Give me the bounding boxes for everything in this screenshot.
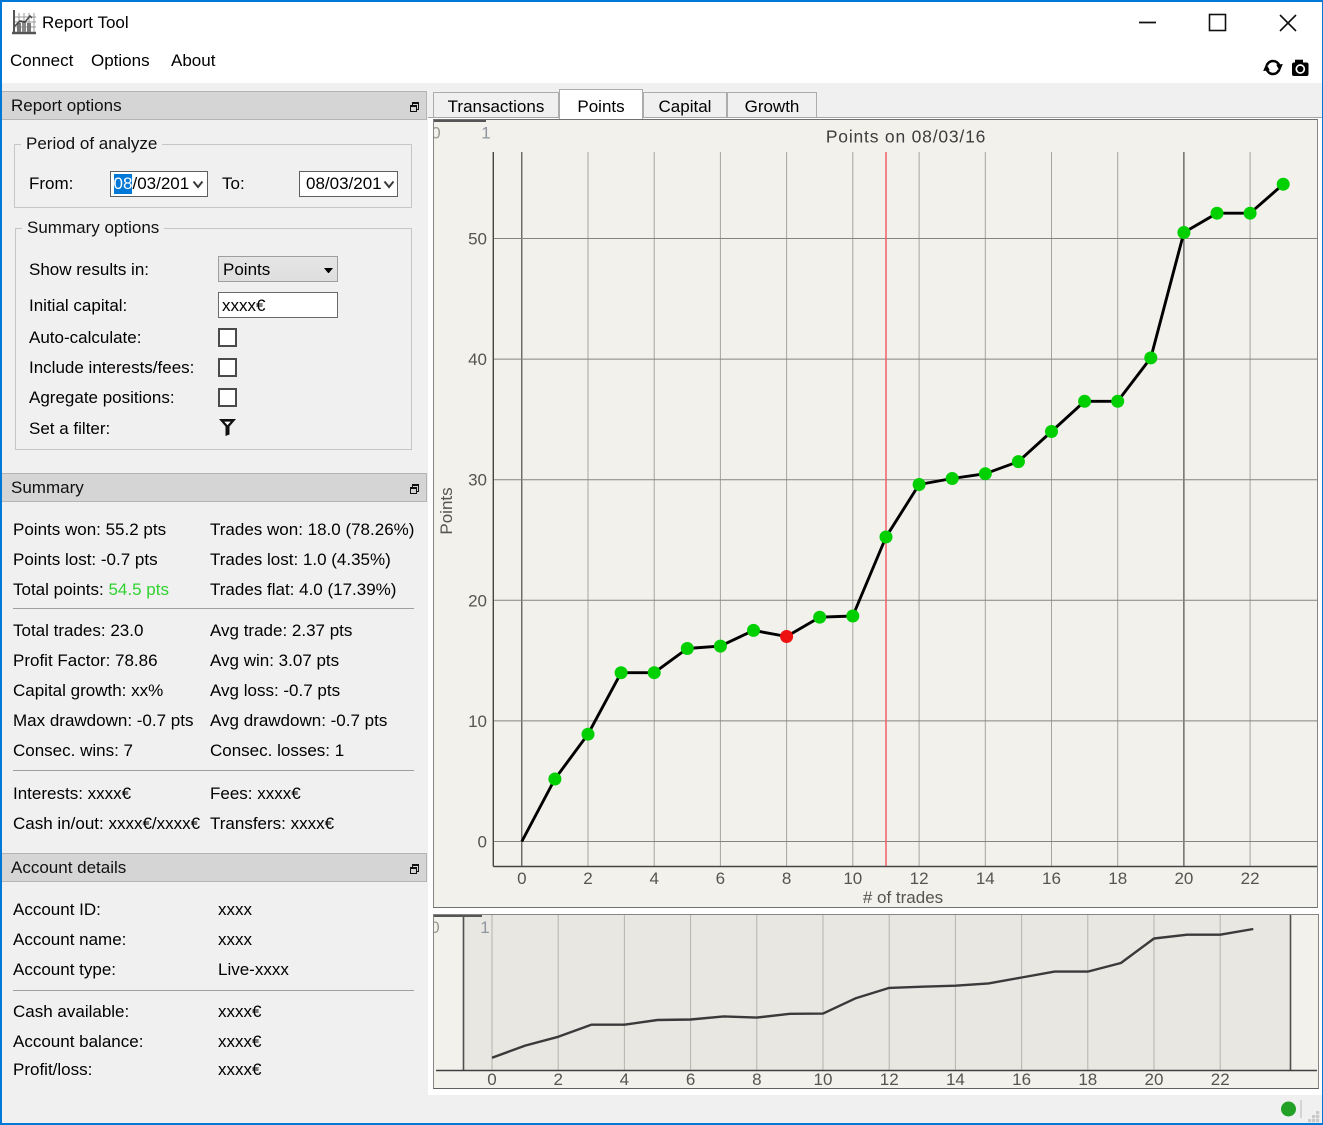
svg-text:40: 40 <box>468 350 487 369</box>
svg-text:14: 14 <box>976 869 995 888</box>
svg-text:8: 8 <box>752 1070 761 1089</box>
svg-text:6: 6 <box>716 869 725 888</box>
svg-text:4: 4 <box>649 869 658 888</box>
svg-text:18: 18 <box>1078 1070 1097 1089</box>
svg-text:18: 18 <box>1108 869 1127 888</box>
svg-text:20: 20 <box>1145 1070 1164 1089</box>
svg-text:10: 10 <box>843 869 862 888</box>
svg-text:1: 1 <box>480 918 489 937</box>
svg-text:10: 10 <box>814 1070 833 1089</box>
svg-text:0: 0 <box>517 869 526 888</box>
svg-text:30: 30 <box>468 471 487 490</box>
svg-text:4: 4 <box>620 1070 629 1089</box>
svg-text:50: 50 <box>468 230 487 249</box>
svg-text:0: 0 <box>478 833 487 852</box>
svg-text:2: 2 <box>583 869 592 888</box>
svg-text:16: 16 <box>1042 869 1061 888</box>
svg-text:# of trades: # of trades <box>863 888 943 907</box>
svg-text:0: 0 <box>433 918 440 937</box>
svg-text:12: 12 <box>880 1070 899 1089</box>
svg-text:22: 22 <box>1241 869 1260 888</box>
svg-text:10: 10 <box>468 712 487 731</box>
svg-text:Points: Points <box>437 487 456 534</box>
svg-text:22: 22 <box>1211 1070 1230 1089</box>
svg-text:0: 0 <box>487 1070 496 1089</box>
svg-text:Points on 08/03/16: Points on 08/03/16 <box>826 127 986 147</box>
svg-text:6: 6 <box>686 1070 695 1089</box>
svg-text:8: 8 <box>782 869 791 888</box>
svg-text:14: 14 <box>946 1070 965 1089</box>
svg-text:0: 0 <box>433 124 441 143</box>
svg-text:2: 2 <box>553 1070 562 1089</box>
svg-text:12: 12 <box>910 869 929 888</box>
svg-text:1: 1 <box>481 124 490 143</box>
svg-text:16: 16 <box>1012 1070 1031 1089</box>
svg-text:20: 20 <box>1174 869 1193 888</box>
svg-text:20: 20 <box>468 591 487 610</box>
